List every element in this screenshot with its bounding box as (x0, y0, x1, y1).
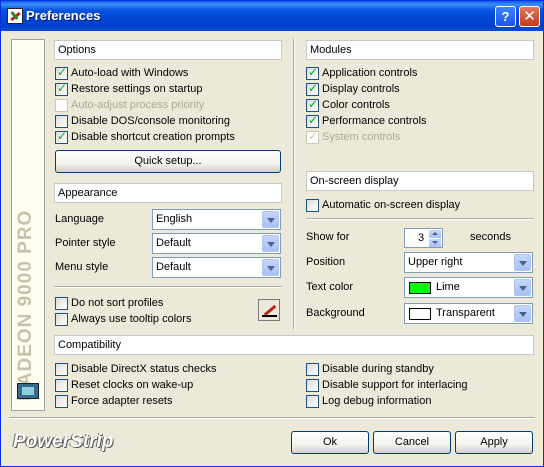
chevron-down-icon[interactable] (514, 305, 531, 322)
display-controls-checkbox[interactable]: Display controls (306, 81, 400, 96)
menu-style-label: Menu style (55, 261, 109, 273)
powerstrip-logo: PowerStrip (13, 431, 114, 452)
pointer-style-label: Pointer style (55, 237, 116, 249)
brand-vertical-label: RADEON 9000 PRO (15, 209, 36, 401)
show-for-label: Show for (306, 231, 350, 243)
cancel-button[interactable]: Cancel (373, 431, 451, 454)
disable-dos-monitoring-checkbox[interactable]: Disable DOS/console monitoring (55, 114, 230, 128)
close-button[interactable]: ✕ (519, 6, 540, 27)
quick-setup-button[interactable]: Quick setup... (55, 150, 281, 173)
do-not-sort-profiles-checkbox[interactable]: Do not sort profiles (55, 296, 163, 310)
position-label: Position (306, 256, 346, 268)
performance-controls-checkbox[interactable]: Performance controls (306, 113, 427, 128)
color-picker-icon[interactable] (258, 299, 280, 321)
apply-button[interactable]: Apply (455, 431, 533, 454)
color-controls-checkbox[interactable]: Color controls (306, 97, 390, 112)
title-bar[interactable]: Preferences ? ✕ (1, 1, 543, 31)
osd-divider (306, 218, 534, 220)
force-adapter-resets-checkbox[interactable]: Force adapter resets (55, 394, 173, 408)
appearance-divider (54, 286, 282, 288)
app-icon (7, 8, 23, 24)
chevron-down-icon[interactable] (514, 254, 531, 271)
compatibility-heading: Compatibility (54, 335, 534, 355)
reset-clocks-checkbox[interactable]: Reset clocks on wake-up (55, 378, 193, 392)
background-swatch (409, 308, 431, 320)
pointer-style-select[interactable]: Default (152, 233, 281, 254)
disable-directx-checks-checkbox[interactable]: Disable DirectX status checks (55, 362, 217, 376)
osd-heading: On-screen display (306, 171, 534, 191)
column-divider (293, 39, 295, 329)
menu-style-select[interactable]: Default (152, 257, 281, 278)
disable-during-standby-checkbox[interactable]: Disable during standby (306, 362, 434, 376)
options-heading: Options (54, 40, 282, 60)
help-button[interactable]: ? (495, 6, 516, 27)
chevron-down-icon[interactable] (429, 239, 441, 247)
system-controls-checkbox: System controls (306, 129, 400, 144)
background-label: Background (306, 307, 365, 319)
restore-settings-checkbox[interactable]: Restore settings on startup (55, 81, 202, 96)
chevron-up-icon[interactable] (429, 230, 441, 238)
graphics-card-icon (15, 381, 41, 403)
window-title: Preferences (26, 8, 101, 23)
text-color-label: Text color (306, 281, 354, 293)
language-label: Language (55, 213, 104, 225)
chevron-down-icon[interactable] (262, 211, 279, 228)
position-select[interactable]: Upper right (404, 252, 533, 273)
tooltip-colors-checkbox[interactable]: Always use tooltip colors (55, 312, 191, 326)
log-debug-checkbox[interactable]: Log debug information (306, 394, 431, 408)
chevron-down-icon[interactable] (262, 235, 279, 252)
chevron-down-icon[interactable] (514, 279, 531, 296)
background-select[interactable]: Transparent (404, 303, 533, 324)
ok-button[interactable]: Ok (291, 431, 369, 454)
automatic-osd-checkbox[interactable]: Automatic on-screen display (306, 198, 460, 212)
text-color-select[interactable]: Lime (404, 277, 533, 298)
appearance-heading: Appearance (54, 183, 282, 203)
language-select[interactable]: English (152, 209, 281, 230)
application-controls-checkbox[interactable]: Application controls (306, 65, 417, 80)
auto-adjust-priority-checkbox: Auto-adjust process priority (55, 98, 204, 112)
disable-interlacing-checkbox[interactable]: Disable support for interlacing (306, 378, 468, 392)
preferences-window: Preferences ? ✕ RADEON 9000 PRO Options … (0, 0, 544, 467)
text-color-swatch (409, 282, 431, 294)
modules-heading: Modules (306, 40, 534, 60)
seconds-label: seconds (470, 231, 511, 243)
disable-shortcut-prompts-checkbox[interactable]: Disable shortcut creation prompts (55, 129, 235, 144)
auto-load-checkbox[interactable]: Auto-load with Windows (55, 65, 188, 80)
footer-divider (9, 417, 535, 419)
chevron-down-icon[interactable] (262, 259, 279, 276)
show-for-stepper[interactable]: 3 (404, 228, 443, 248)
